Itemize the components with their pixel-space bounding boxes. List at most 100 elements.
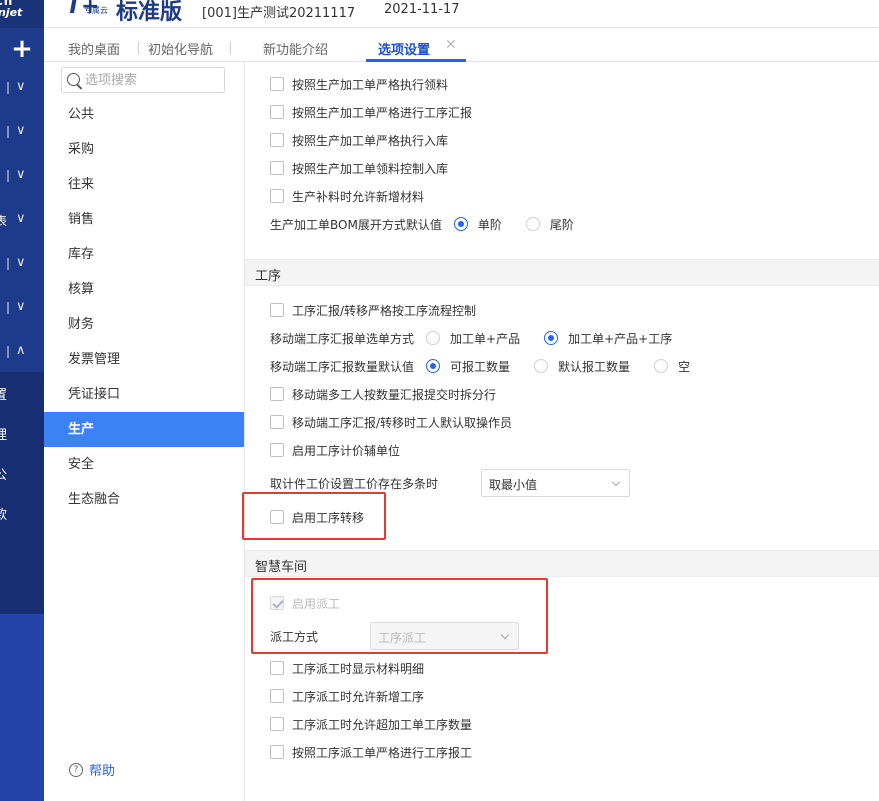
rail-menu-2[interactable]: ∨ — [0, 118, 44, 148]
option-row[interactable]: 按照生产加工单严格执行领料 — [270, 74, 448, 94]
mobile-select-label: 移动端工序汇报单选单方式 — [270, 331, 415, 346]
rail-divider — [7, 170, 9, 182]
chevron-down-icon: ∨ — [16, 123, 26, 138]
checkbox[interactable] — [270, 189, 284, 203]
option-row-enable-transfer[interactable]: 启用工序转移 — [270, 507, 364, 527]
tab-new-features[interactable]: 新功能介绍 — [263, 39, 328, 58]
section-title: 智慧车间 — [255, 560, 308, 575]
checkbox[interactable] — [270, 689, 284, 703]
help-link[interactable]: ? 帮助 — [69, 760, 115, 779]
checkbox[interactable] — [270, 717, 284, 731]
rail-sub-item[interactable]: 款 — [0, 504, 44, 530]
option-row[interactable]: 按照生产加工单领料控制入库 — [270, 158, 448, 178]
sidebar-item-finance[interactable]: 财务 — [44, 307, 244, 342]
sidebar-item-purchase[interactable]: 采购 — [44, 132, 244, 167]
radio-order-product[interactable] — [426, 331, 441, 345]
search-box[interactable] — [61, 67, 225, 93]
rail-submenu: 置 理 公 款 — [0, 372, 44, 614]
option-row[interactable]: 按照工序派工单严格进行工序报工 — [270, 742, 472, 762]
app-header: T+ 专属云 标准版 [001]生产测试20211117 2021-11-17 — [44, 0, 879, 28]
rail-divider — [7, 82, 9, 94]
add-icon[interactable]: + — [0, 31, 44, 67]
brand-name: 标准版 — [116, 0, 183, 25]
radio-reportable-qty[interactable] — [426, 359, 441, 373]
rail-logo[interactable]: Ch njet — [0, 0, 44, 28]
rail-menu-1[interactable]: ∨ — [0, 74, 44, 104]
rail-menu-5[interactable]: ∨ — [0, 250, 44, 280]
dispatch-mode-select[interactable]: 工序派工 — [370, 622, 519, 650]
checkbox[interactable] — [270, 387, 284, 401]
checkbox[interactable] — [270, 596, 284, 610]
sidebar-item-voucher[interactable]: 凭证接口 — [44, 377, 244, 412]
option-row-enable-dispatch[interactable]: 启用派工 — [270, 593, 340, 613]
radio-label: 空 — [678, 359, 691, 374]
sidebar-item-invoice[interactable]: 发票管理 — [44, 342, 244, 377]
checkbox[interactable] — [270, 133, 284, 147]
radio-default-qty[interactable] — [534, 359, 549, 373]
close-icon[interactable]: ✕ — [445, 37, 457, 53]
radio-label: 默认报工数量 — [558, 359, 631, 374]
checkbox[interactable] — [270, 415, 284, 429]
section-smart-workshop: 智慧车间 — [245, 550, 879, 577]
sidebar-item-ecosystem[interactable]: 生态融合 — [44, 482, 244, 517]
rail-sub-item[interactable]: 理 — [0, 424, 44, 450]
radio-empty[interactable] — [654, 359, 669, 373]
checkbox[interactable] — [270, 77, 284, 91]
option-row[interactable]: 移动端多工人按数量汇报提交时拆分行 — [270, 384, 496, 404]
chevron-down-icon: ∨ — [16, 167, 26, 182]
piece-price-select[interactable]: 取最小值 — [481, 469, 630, 497]
option-row[interactable]: 工序派工时允许新增工序 — [270, 686, 424, 706]
rail-divider — [7, 258, 9, 270]
sidebar-item-accounts[interactable]: 往来 — [44, 167, 244, 202]
radio-single-level[interactable] — [453, 217, 468, 231]
checkbox[interactable] — [270, 161, 284, 175]
select-value: 工序派工 — [378, 631, 427, 645]
tab-init-guide[interactable]: 初始化导航 — [148, 39, 213, 58]
chevron-down-icon: ∨ — [16, 299, 26, 314]
brand-sub: 专属云 — [84, 6, 108, 15]
sidebar-item-security[interactable]: 安全 — [44, 447, 244, 482]
sidebar-item-inventory[interactable]: 库存 — [44, 237, 244, 272]
checkbox[interactable] — [270, 105, 284, 119]
rail-menu-6[interactable]: ∨ — [0, 294, 44, 324]
rail-menu-4[interactable]: 表 ∨ — [0, 206, 44, 236]
chevron-up-icon: ∧ — [16, 343, 26, 358]
search-icon — [67, 73, 80, 86]
help-icon: ? — [69, 762, 83, 777]
tab-options[interactable]: 选项设置 — [378, 39, 430, 58]
option-row[interactable]: 按照生产加工单严格执行入库 — [270, 130, 448, 150]
checkbox[interactable] — [270, 443, 284, 457]
option-row[interactable]: 工序派工时允许超加工单工序数量 — [270, 714, 472, 734]
sidebar-item-production[interactable]: 生产 — [44, 412, 244, 447]
tab-desktop[interactable]: 我的桌面 — [68, 39, 120, 58]
account-name[interactable]: [001]生产测试20211117 — [202, 2, 355, 21]
option-row[interactable]: 工序派工时显示材料明细 — [270, 658, 424, 678]
checkbox[interactable] — [270, 745, 284, 759]
option-row[interactable]: 工序汇报/转移严格按工序流程控制 — [270, 300, 476, 320]
radio-order-product-process[interactable] — [544, 331, 559, 345]
search-input[interactable] — [85, 71, 220, 89]
option-label: 移动端工序汇报/转移时工人默认取操作员 — [292, 415, 513, 430]
radio-last-level[interactable] — [525, 217, 540, 231]
option-label: 生产补料时允许新增材料 — [292, 189, 425, 204]
option-row[interactable]: 生产补料时允许新增材料 — [270, 186, 424, 206]
checkbox[interactable] — [270, 303, 284, 317]
checkbox[interactable] — [270, 661, 284, 675]
option-row[interactable]: 启用工序计价辅单位 — [270, 440, 400, 460]
rail-menu-3[interactable]: ∨ — [0, 162, 44, 192]
radio-label: 可报工数量 — [450, 359, 511, 374]
sidebar-item-public[interactable]: 公共 — [44, 97, 244, 132]
option-row[interactable]: 按照生产加工单严格进行工序汇报 — [270, 102, 472, 122]
sidebar-item-sales[interactable]: 销售 — [44, 202, 244, 237]
option-label: 工序派工时显示材料明细 — [292, 661, 425, 676]
option-label: 工序派工时允许新增工序 — [292, 689, 425, 704]
help-label: 帮助 — [89, 764, 116, 779]
sidebar-item-costing[interactable]: 核算 — [44, 272, 244, 307]
rail-menu-7[interactable]: ∧ — [0, 338, 44, 368]
option-row[interactable]: 移动端工序汇报/转移时工人默认取操作员 — [270, 412, 512, 432]
rail-sub-item[interactable]: 公 — [0, 464, 44, 490]
option-label: 工序派工时允许超加工单工序数量 — [292, 717, 473, 732]
rail-sub-item[interactable]: 置 — [0, 384, 44, 410]
checkbox[interactable] — [270, 510, 284, 524]
chevron-down-icon — [500, 630, 510, 640]
